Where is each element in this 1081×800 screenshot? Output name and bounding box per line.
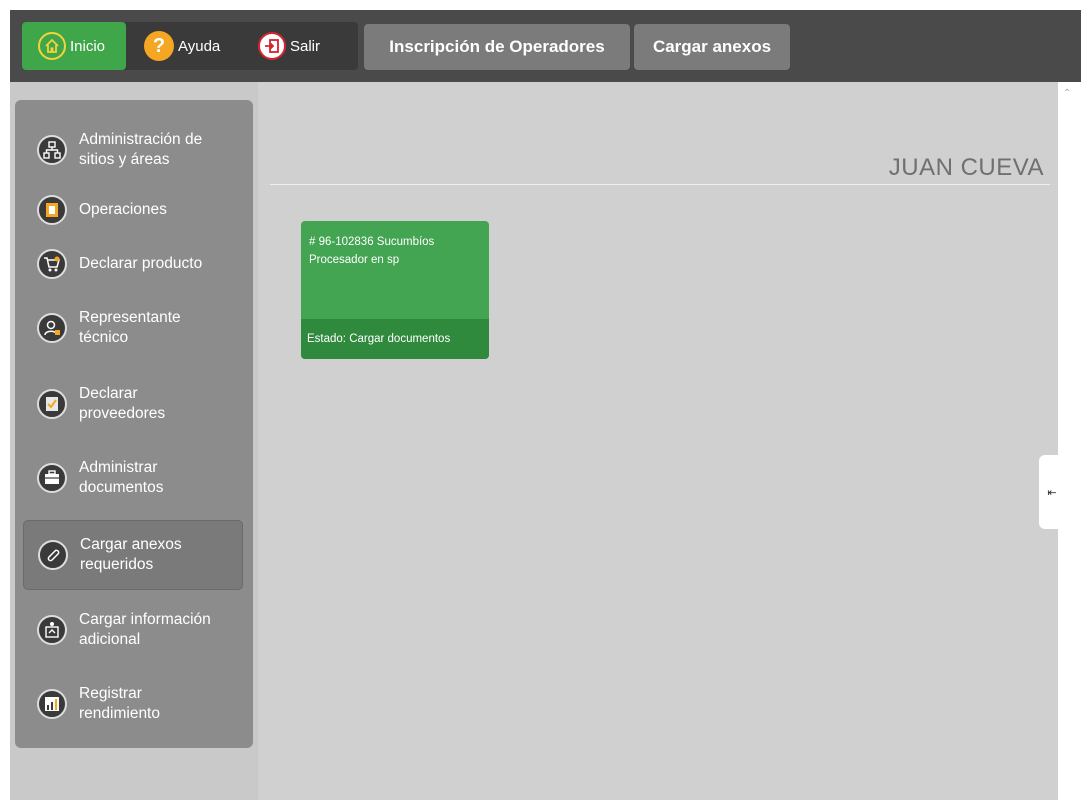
card-line2: Procesador en sp (309, 254, 400, 266)
tab-inscripcion-operadores[interactable]: Inscripción de Operadores (364, 24, 630, 70)
home-icon (38, 32, 66, 60)
help-button[interactable]: ? Ayuda (126, 22, 244, 70)
briefcase-icon (37, 463, 67, 493)
sidebar-item-sites-areas[interactable]: Administración de sitios y áreas (23, 120, 243, 180)
label-line1: Administración de (79, 131, 203, 148)
person-icon (37, 313, 67, 343)
sidebar-item-label: Declarar proveedores (79, 384, 165, 424)
home-button[interactable]: Inicio (22, 22, 126, 70)
upload-info-icon (37, 615, 67, 645)
label-line2: rendimiento (79, 705, 160, 722)
top-toolbar: Inicio ? Ayuda Salir Inscripción de Oper… (10, 10, 1081, 82)
label-line2: proveedores (79, 405, 166, 422)
user-name: JUAN CUEVA (888, 154, 1044, 181)
paperclip-icon (38, 540, 68, 570)
checklist-icon (37, 389, 67, 419)
exit-button[interactable]: Salir (244, 22, 354, 70)
tab-cargar-anexos[interactable]: Cargar anexos (634, 24, 790, 70)
card-title: # 96-102836 Sucumbíos Procesador en sp (309, 233, 484, 269)
label-line2: requeridos (80, 556, 154, 573)
cart-icon (37, 249, 67, 279)
operator-card[interactable]: # 96-102836 Sucumbíos Procesador en sp E… (301, 221, 489, 359)
main-content: JUAN CUEVA # 96-102836 Sucumbíos Procesa… (258, 82, 1058, 800)
help-label: Ayuda (178, 37, 221, 55)
card-status: Estado: Cargar documentos (301, 319, 489, 359)
label-line2: documentos (79, 479, 164, 496)
operations-icon (37, 195, 67, 225)
exit-icon (258, 32, 286, 60)
sidebar-item-register-performance[interactable]: Registrar rendimiento (23, 676, 243, 732)
label-line1: Declarar (79, 385, 138, 402)
card-line1: # 96-102836 Sucumbíos (309, 236, 435, 248)
sidebar-item-label: Declarar producto (79, 255, 203, 272)
sidebar-item-label: Cargar anexos requeridos (80, 535, 182, 575)
sidebar-item-upload-additional-info[interactable]: Cargar información adicional (23, 602, 243, 658)
sidebar-item-manage-documents[interactable]: Administrar documentos (23, 450, 243, 506)
sidebar-item-declare-product[interactable]: Declarar producto (23, 246, 243, 282)
sidebar-item-operations[interactable]: Operaciones (23, 192, 243, 228)
sidebar-item-upload-annexes[interactable]: Cargar anexos requeridos (23, 520, 243, 590)
help-icon: ? (144, 31, 174, 61)
sidebar-item-technical-rep[interactable]: Representante técnico (23, 300, 243, 356)
sidebar-item-label: Administración de sitios y áreas (79, 130, 202, 170)
sidebar-item-declare-suppliers[interactable]: Declarar proveedores (23, 376, 243, 432)
home-label: Inicio (70, 37, 106, 55)
scroll-up-arrow-icon[interactable]: ⌃ (1063, 88, 1071, 99)
exit-label: Salir (290, 37, 321, 55)
label-line2: adicional (79, 631, 141, 648)
collapse-panel-icon[interactable]: ⇤ (1039, 455, 1065, 529)
sidebar-item-label: Representante técnico (79, 308, 181, 348)
sidebar-item-label: Operaciones (79, 201, 167, 218)
label-line1: Cargar anexos (80, 536, 182, 553)
label-line2: técnico (79, 329, 129, 346)
label-line1: Registrar (79, 685, 142, 702)
scrollbar-track[interactable] (1058, 82, 1081, 800)
label-line2: sitios y áreas (79, 151, 170, 168)
main-button-group: Inicio ? Ayuda Salir (22, 22, 358, 70)
chart-icon (37, 689, 67, 719)
sitemap-icon (37, 135, 67, 165)
label-line1: Administrar (79, 459, 158, 476)
sidebar-item-label: Cargar información adicional (79, 610, 211, 650)
sidebar-item-label: Administrar documentos (79, 458, 163, 498)
header-divider (270, 184, 1050, 185)
sidebar-item-label: Registrar rendimiento (79, 684, 160, 724)
label-line1: Cargar información (79, 611, 211, 628)
sidebar: Administración de sitios y áreas Operacio… (15, 100, 253, 748)
label-line1: Representante (79, 309, 181, 326)
